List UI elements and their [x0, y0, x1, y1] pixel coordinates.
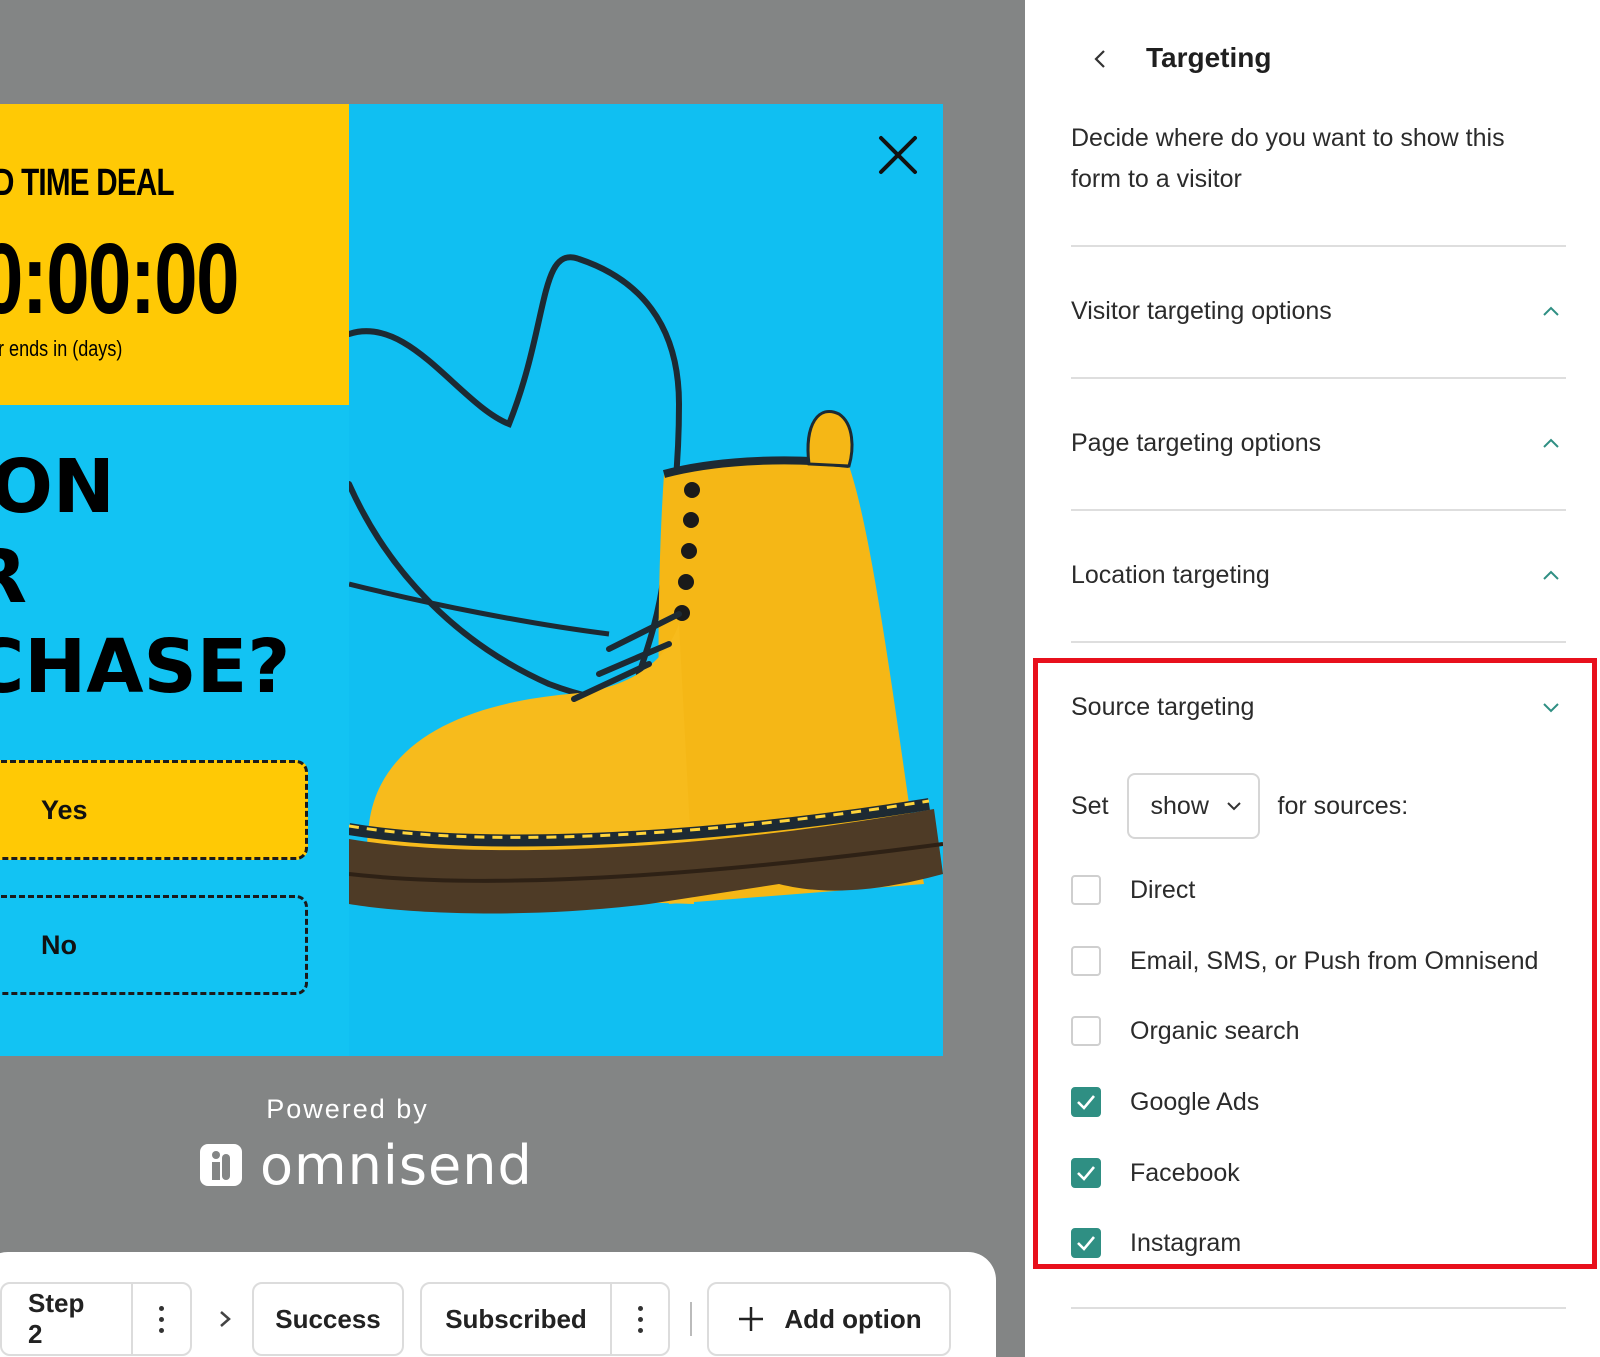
- close-icon[interactable]: [875, 132, 921, 178]
- checkbox[interactable]: [1071, 875, 1101, 905]
- step-2-group[interactable]: Step 2: [0, 1282, 192, 1356]
- countdown-timer: 0:00:00: [0, 223, 239, 335]
- source-option-direct[interactable]: Direct: [1071, 872, 1195, 908]
- chevron-up-icon: [1543, 438, 1559, 448]
- plus-icon: [739, 1307, 764, 1331]
- source-option-label: Direct: [1130, 875, 1196, 904]
- headline-line-2: R: [0, 540, 27, 614]
- omnisend-logo: omnisend: [200, 1133, 533, 1197]
- source-set-row: Set show for sources:: [1071, 773, 1408, 839]
- show-hide-select[interactable]: show: [1126, 773, 1260, 839]
- source-option-label: Instagram: [1130, 1228, 1242, 1257]
- chevron-right-icon: [220, 1311, 231, 1327]
- timer-caption: er ends in (days): [0, 336, 123, 361]
- section-label: Visitor targeting options: [1071, 296, 1332, 325]
- section-source-targeting[interactable]: Source targeting: [1071, 677, 1566, 737]
- section-visitor-targeting[interactable]: Visitor targeting options: [1071, 281, 1566, 341]
- form-canvas: ED TIME DEAL 0:00:00 er ends in (days) O…: [0, 0, 1025, 1357]
- no-button[interactable]: No: [0, 895, 308, 995]
- checkbox-checked[interactable]: [1071, 1228, 1101, 1258]
- deal-box: ED TIME DEAL 0:00:00 er ends in (days): [0, 104, 349, 405]
- for-sources-label: for sources:: [1277, 791, 1409, 820]
- panel-title: Targeting: [1146, 42, 1272, 73]
- checkmark-icon: [1077, 1236, 1095, 1251]
- add-option-button[interactable]: Add option: [707, 1282, 951, 1356]
- chevron-down-icon: [1543, 703, 1559, 713]
- source-option-label: Google Ads: [1130, 1087, 1260, 1116]
- section-location-targeting[interactable]: Location targeting: [1071, 545, 1566, 605]
- section-label: Source targeting: [1071, 692, 1255, 721]
- success-step-button[interactable]: Success: [254, 1284, 402, 1354]
- boot-photo: [349, 104, 943, 1056]
- checkbox-checked[interactable]: [1071, 1087, 1101, 1117]
- source-option-label: Email, SMS, or Push from Omnisend: [1130, 946, 1539, 975]
- divider: [1071, 377, 1566, 379]
- yes-button[interactable]: Yes: [0, 760, 308, 860]
- source-option-organic-search[interactable]: Organic search: [1071, 1013, 1300, 1049]
- subscribed-step-button[interactable]: Subscribed: [422, 1284, 610, 1354]
- omnisend-wordmark: omnisend: [260, 1133, 533, 1197]
- checkbox[interactable]: [1071, 946, 1101, 976]
- divider: [1071, 641, 1566, 643]
- select-value: show: [1150, 791, 1209, 820]
- source-option-google-ads[interactable]: Google Ads: [1071, 1084, 1259, 1120]
- chevron-up-icon: [1543, 570, 1559, 580]
- steps-bar: Step 2 Success Subscribed Add option: [0, 1252, 996, 1357]
- kebab-icon: [158, 1305, 164, 1333]
- divider: [1071, 509, 1566, 511]
- source-option-label: Organic search: [1130, 1016, 1300, 1045]
- checkmark-icon: [1077, 1166, 1095, 1181]
- source-option-omnisend[interactable]: Email, SMS, or Push from Omnisend: [1071, 943, 1538, 979]
- omnisend-mark-icon: [200, 1144, 242, 1186]
- checkbox-checked[interactable]: [1071, 1158, 1101, 1188]
- checkbox[interactable]: [1071, 1016, 1101, 1046]
- section-page-targeting[interactable]: Page targeting options: [1071, 413, 1566, 473]
- chevron-up-icon: [1543, 306, 1559, 316]
- chevron-left-icon[interactable]: [1085, 44, 1115, 74]
- add-option-label: Add option: [784, 1303, 922, 1334]
- kebab-icon: [637, 1305, 643, 1333]
- divider: [1071, 1307, 1566, 1309]
- targeting-panel: Targeting Decide where do you want to sh…: [1025, 0, 1600, 1357]
- section-label: Page targeting options: [1071, 428, 1322, 457]
- chevron-down-icon: [1226, 802, 1241, 811]
- powered-by-text: Powered by: [266, 1094, 429, 1124]
- deal-title: ED TIME DEAL: [0, 162, 175, 204]
- checkmark-icon: [1077, 1095, 1095, 1110]
- subscribed-menu-button[interactable]: [610, 1284, 668, 1354]
- source-option-facebook[interactable]: Facebook: [1071, 1155, 1240, 1191]
- source-option-instagram[interactable]: Instagram: [1071, 1225, 1241, 1261]
- divider: [1071, 245, 1566, 247]
- headline-line-3: CHASE?: [0, 624, 291, 710]
- headline-line-1: ON: [0, 444, 115, 530]
- panel-description: Decide where do you want to show this fo…: [1071, 124, 1505, 193]
- popup-preview[interactable]: ED TIME DEAL 0:00:00 er ends in (days) O…: [0, 104, 943, 1056]
- subscribed-group[interactable]: Subscribed: [420, 1282, 670, 1356]
- set-label: Set: [1071, 791, 1109, 820]
- section-label: Location targeting: [1071, 560, 1270, 589]
- success-step[interactable]: Success: [252, 1282, 404, 1356]
- step-2-button[interactable]: Step 2: [2, 1284, 131, 1354]
- separator: [690, 1302, 692, 1336]
- source-option-label: Facebook: [1130, 1158, 1240, 1187]
- step-2-menu-button[interactable]: [130, 1284, 190, 1354]
